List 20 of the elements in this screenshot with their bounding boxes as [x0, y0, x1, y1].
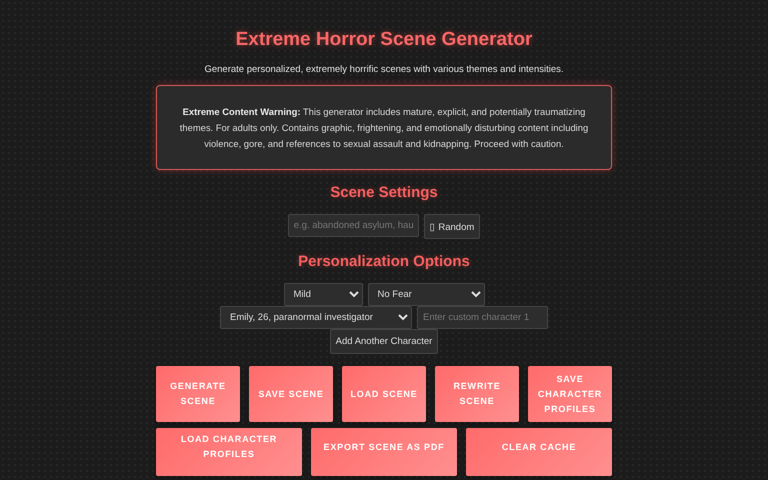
- action-button[interactable]: SAVE CHARACTER PROFILES: [528, 366, 612, 422]
- page-subtitle: Generate personalized, extremely horrific scenes with various themes and intensities.: [204, 64, 564, 75]
- action-button[interactable]: GENERATE SCENE: [156, 366, 240, 422]
- dropdown[interactable]: No Fear: [368, 283, 484, 306]
- character-field[interactable]: Enter custom character 1: [417, 306, 548, 329]
- location-field[interactable]: e.g. abandoned asylum, hau: [288, 214, 419, 237]
- action-button[interactable]: EXPORT SCENE AS PDF: [311, 428, 457, 476]
- random-button[interactable]: ▯ Random: [424, 214, 480, 239]
- dropdown[interactable]: Mild: [284, 283, 362, 306]
- section-heading: Personalization Options: [298, 253, 470, 271]
- action-button[interactable]: LOAD CHARACTER PROFILES: [156, 428, 302, 476]
- action-button[interactable]: REWRITE SCENE: [435, 366, 519, 422]
- page-title: Extreme Horror Scene Generator: [236, 28, 532, 52]
- action-button[interactable]: LOAD SCENE: [342, 366, 426, 422]
- add-character-button[interactable]: Add Another Character: [330, 329, 438, 354]
- section-heading: Scene Settings: [330, 184, 438, 202]
- action-button[interactable]: SAVE SCENE: [249, 366, 333, 422]
- dropdown[interactable]: Emily, 26, paranormal investigator: [220, 306, 412, 329]
- warning-text: Extreme Content Warning: This generator includes mature, explicit, and potentially traumatizing themes. For adults only. Contains graphic, frightening, and emotionally disturbing content including violence, gore, and references to sexual assault and kidnapping. Proceed with caution.: [178, 104, 590, 151]
- action-button[interactable]: CLEAR CACHE: [466, 428, 612, 476]
